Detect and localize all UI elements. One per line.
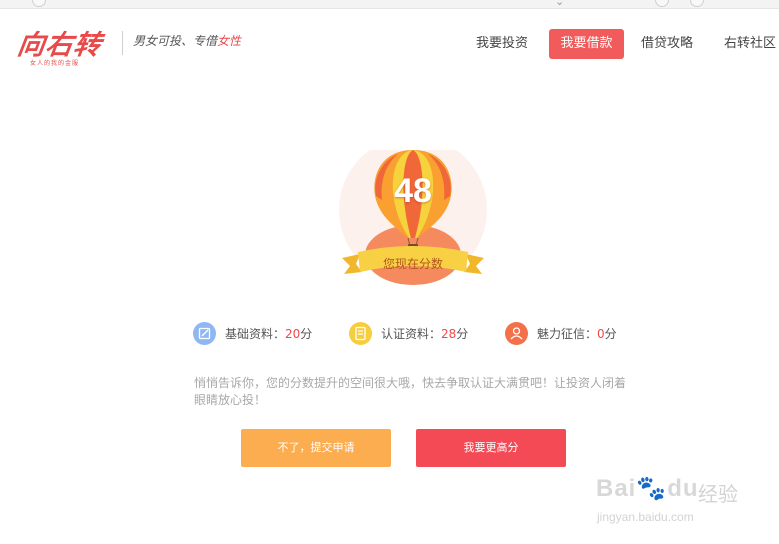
submit-application-button[interactable]: 不了，提交申请	[241, 429, 391, 467]
slogan-text: 男女可投、专借	[133, 34, 218, 48]
site-header: 向右转 女人的我的金服 男女可投、专借女性 我要投资 我要借款 借贷攻略 右转社…	[0, 9, 779, 79]
watermark-logo: Bai🐾du	[596, 474, 699, 503]
chevron-down-icon[interactable]: ⌄	[555, 0, 564, 8]
paw-icon: 🐾	[636, 475, 668, 502]
score-label: 您现在分数	[382, 257, 443, 271]
stat-text: 基础资料：20分	[225, 322, 312, 346]
baidu-jingyan-watermark: Bai🐾du 经验 jingyan.baidu.com	[594, 460, 774, 530]
user-icon	[505, 322, 528, 345]
stat-label: 认证资料：	[381, 327, 442, 341]
score-tip: 悄悄告诉你，您的分数提升的空间很大哦，快去争取认证大满贯吧！让投资人闭着眼睛放心…	[194, 376, 627, 407]
score-value: 48	[394, 172, 432, 210]
nav-invest[interactable]: 我要投资	[476, 29, 528, 59]
improve-score-button[interactable]: 我要更高分	[416, 429, 566, 467]
stat-value: 28	[441, 327, 457, 341]
score-badge: 48 您现在分数	[338, 150, 488, 300]
logo-tagline: 女人的我的金服	[30, 60, 80, 67]
stat-unit: 分	[456, 327, 469, 341]
nav-borrow[interactable]: 我要借款	[549, 29, 624, 59]
circle-icon	[655, 0, 669, 7]
stat-label: 基础资料：	[225, 327, 286, 341]
stat-value: 20	[285, 327, 301, 341]
watermark-url: jingyan.baidu.com	[597, 510, 694, 524]
header-divider	[122, 31, 123, 55]
stat-text: 认证资料：28分	[381, 322, 468, 346]
nav-community[interactable]: 右转社区	[724, 29, 776, 59]
stat-unit: 分	[604, 327, 617, 341]
circle-icon	[32, 0, 46, 7]
stat-unit: 分	[300, 327, 313, 341]
stat-label: 魅力征信：	[537, 327, 598, 341]
slogan-highlight: 女性	[217, 34, 242, 48]
watermark-du: du	[667, 475, 699, 502]
circle-icon	[690, 0, 704, 7]
watermark-jingyan: 经验	[698, 482, 738, 506]
nav-guide[interactable]: 借贷攻略	[641, 29, 693, 59]
edit-icon	[193, 322, 216, 345]
document-icon	[349, 322, 372, 345]
watermark-bai: Bai	[596, 475, 637, 502]
brand-slogan: 男女可投、专借女性	[133, 32, 241, 49]
brand-logo[interactable]: 向右转 女人的我的金服	[15, 23, 118, 73]
browser-top-strip: ⌄	[0, 0, 779, 9]
logo-wordmark: 向右转	[15, 30, 104, 61]
stat-text: 魅力征信：0分	[537, 322, 617, 346]
stat-value: 0	[597, 327, 605, 341]
score-breakdown: 基础资料：20分 认证资料：28分 魅力征信：0分	[0, 322, 779, 346]
